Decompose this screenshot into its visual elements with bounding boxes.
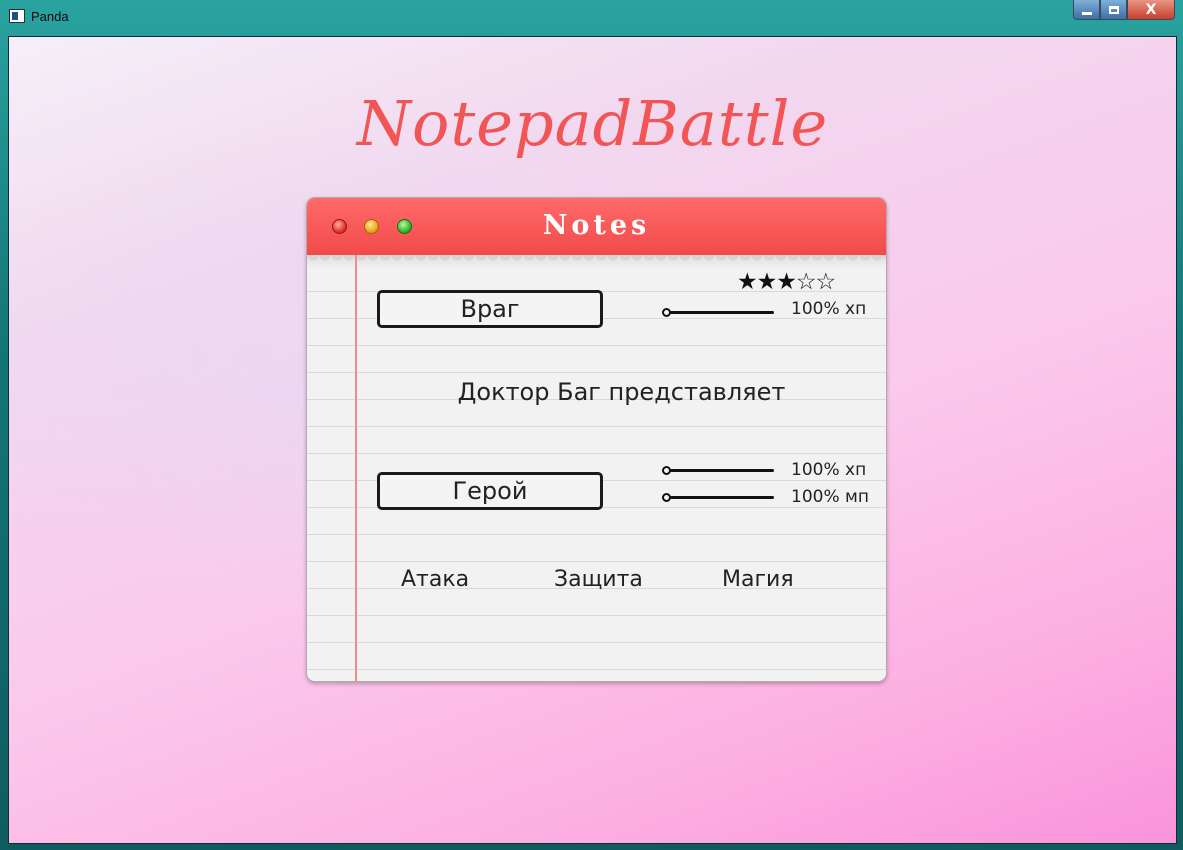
hero-hp-text: 100% хп — [791, 460, 867, 480]
maximize-button[interactable] — [1100, 0, 1127, 20]
hero-hp-bar — [662, 466, 774, 476]
close-icon: X — [1145, 1, 1157, 18]
defend-button[interactable]: Защита — [554, 567, 643, 592]
maximize-icon — [1108, 5, 1119, 14]
window-controls: X — [1073, 0, 1175, 22]
os-window: Panda X NotepadBattle Notes ★★★☆☆ Враг 1… — [0, 0, 1183, 850]
star-empty-icon: ☆ — [795, 269, 817, 295]
hero-mp-bar-fill — [670, 496, 774, 499]
attack-button[interactable]: Атака — [401, 567, 469, 592]
os-titlebar[interactable]: Panda X — [0, 0, 1183, 36]
minimize-icon — [1081, 12, 1092, 15]
torn-edge — [307, 255, 886, 269]
star-filled-icon: ★ — [737, 269, 758, 295]
game-canvas: NotepadBattle Notes ★★★☆☆ Враг 100% хп Д… — [8, 36, 1177, 844]
enemy-hp-text: 100% хп — [791, 299, 867, 319]
difficulty-stars: ★★★☆☆ — [737, 269, 837, 295]
margin-line — [355, 255, 357, 681]
enemy-label: Враг — [460, 295, 520, 323]
hero-mp-bar — [662, 493, 774, 503]
minimize-button[interactable] — [1073, 0, 1100, 20]
paper: ★★★☆☆ Враг 100% хп Доктор Баг представля… — [307, 255, 886, 681]
hero-hp-bar-fill — [670, 469, 774, 472]
star-filled-icon: ★ — [776, 269, 797, 295]
notepad-title: Notes — [542, 210, 651, 241]
enemy-hp-bar — [662, 308, 774, 318]
enemy-name-box: Враг — [377, 290, 603, 328]
notepad-header: Notes — [307, 198, 886, 256]
battle-message: Доктор Баг представляет — [457, 378, 786, 406]
enemy-hp-bar-fill — [670, 311, 774, 314]
close-button[interactable]: X — [1127, 0, 1175, 20]
app-icon — [9, 9, 25, 23]
star-filled-icon: ★ — [756, 269, 778, 295]
hero-name-box: Герой — [377, 472, 603, 510]
magic-button[interactable]: Магия — [722, 567, 794, 592]
window-title: Panda — [31, 9, 69, 24]
star-empty-icon: ☆ — [815, 269, 837, 295]
notepad-panel: Notes ★★★☆☆ Враг 100% хп Доктор Баг пред… — [306, 197, 887, 682]
hero-mp-text: 100% мп — [791, 487, 869, 507]
game-title: NotepadBattle — [356, 87, 829, 160]
hero-label: Герой — [452, 477, 528, 505]
